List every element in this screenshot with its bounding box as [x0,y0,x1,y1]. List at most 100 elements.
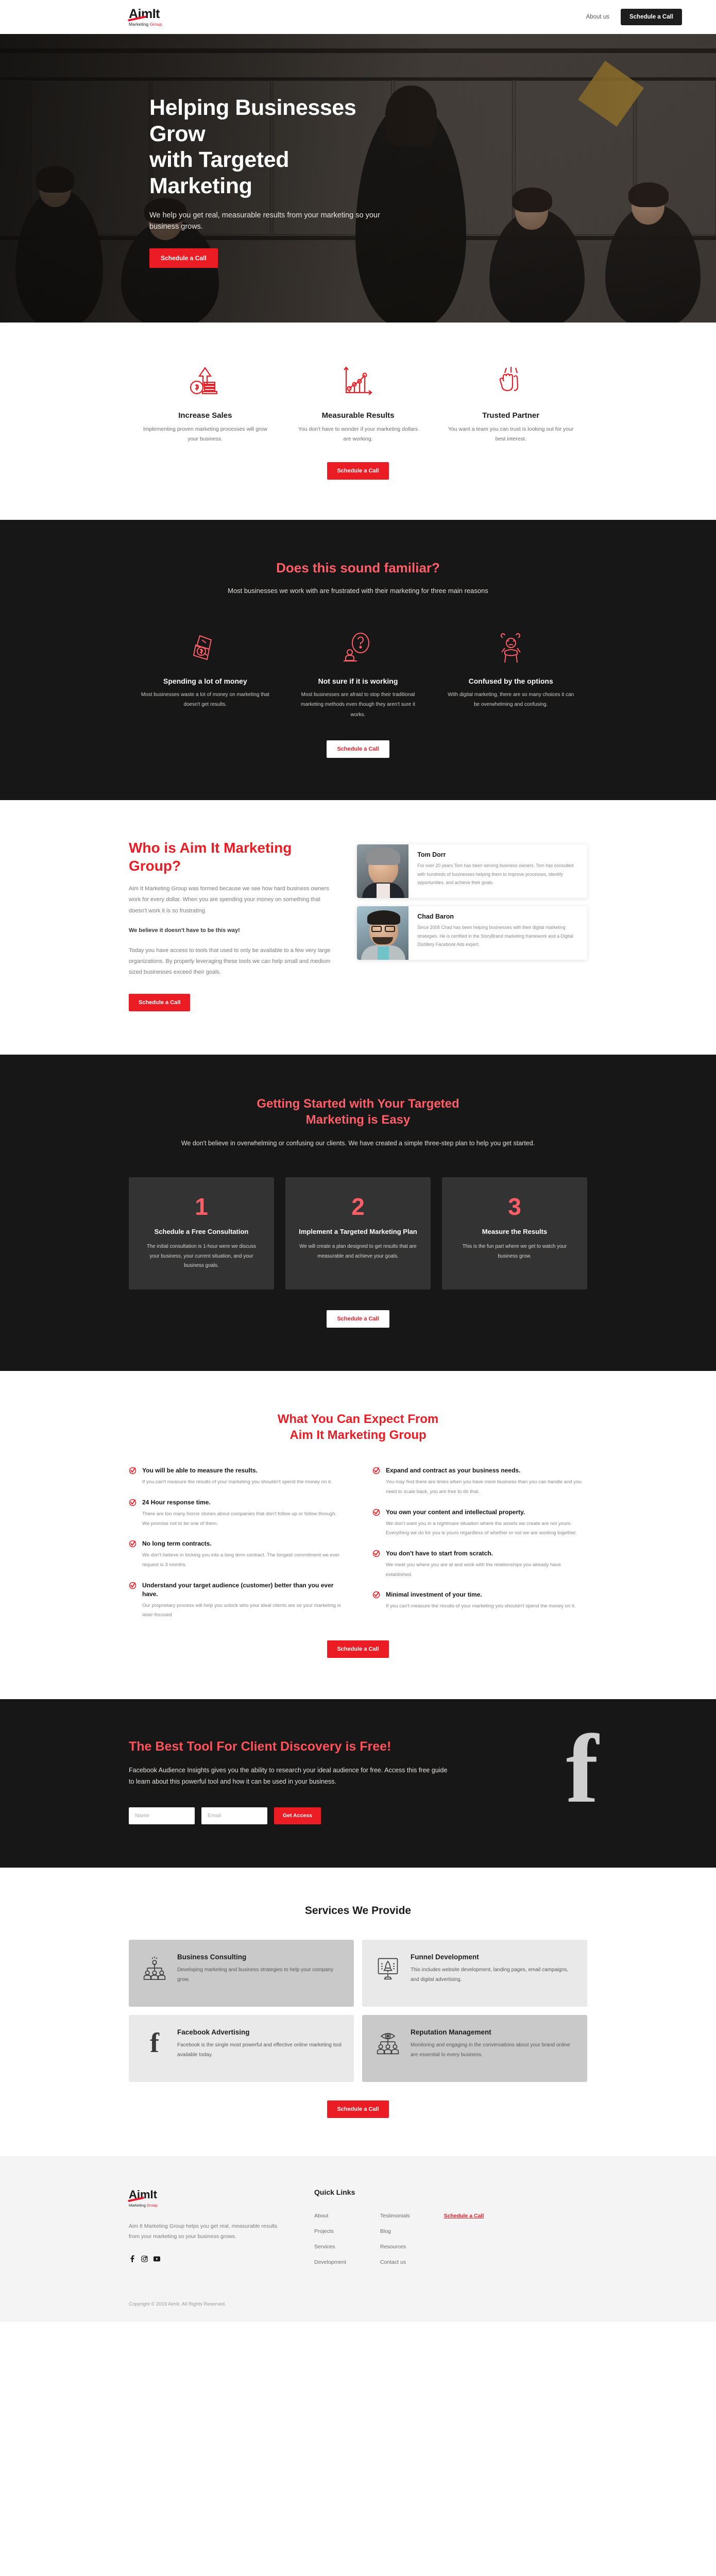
hero-title-line-2: with Targeted Marketing [149,147,289,199]
expectations-section: What You Can Expect From Aim It Marketin… [0,1370,716,1700]
footer-logo-wordmark[interactable]: AimIt [127,2188,157,2202]
expect-item-title: You don't have to start from scratch. [386,1549,493,1557]
pain-card: Confused by the options With digital mar… [434,625,587,720]
service-card[interactable]: f Facebook Advertising Facebook is the s… [129,2014,354,2082]
step-card: 3 Measure the Results This is the fun pa… [442,1177,587,1290]
pain-points-section: Does this sound familiar? Most businesse… [0,519,716,801]
footer-link-schedule-a-call[interactable]: Schedule a Call [444,2213,484,2219]
pain-body: Most businesses waste a lot of money on … [141,691,269,708]
instagram-icon[interactable] [141,2255,148,2262]
service-desc: Monitoring and engaging in the conversat… [411,2042,570,2058]
who-schedule-call-button[interactable]: Schedule a Call [129,993,191,1011]
steps-cta-wrap: Schedule a Call [129,1290,587,1328]
hero-content: Helping Businesses Grow with Targeted Ma… [0,34,391,268]
expect-item-desc: We meet you where you are at and work wi… [386,1562,561,1578]
header-actions: About us Schedule a Call [586,9,682,25]
pain-body: With digital marketing, there are so man… [448,691,574,708]
features-section: Increase Sales Implementing proven marke… [0,323,716,520]
crumpled-money-icon [140,625,270,671]
expect-item-desc: Our proprietary process will help you un… [142,1602,341,1618]
step-title: Implement a Targeted Marketing Plan [299,1228,417,1236]
footer-link-resources[interactable]: Resources [380,2244,410,2250]
brand-logo-wordmark: AimIt [127,7,160,22]
org-chart-people-icon [141,1953,168,1993]
brand-logo[interactable]: AimIt Marketing Group [127,7,162,27]
landing-page: AimIt Marketing Group About us Schedule … [0,0,716,2321]
who-bio-column: Tom Dorr For over 20 years Tom has been … [357,839,587,960]
pain-card: Spending a lot of money Most businesses … [129,625,282,720]
footer-top: AimIt Marketing Group Aim It Marketing G… [127,2188,587,2265]
hero-title-line-1: Helping Businesses Grow [149,95,356,146]
feature-body: Implementing proven marketing processes … [143,426,267,443]
footer-link-development[interactable]: Development [314,2259,346,2265]
bio-card: Chad Baron Since 2005 Chad has been help… [357,906,587,960]
expect-item-body: You will be able to measure the results.… [142,1466,332,1487]
who-layout: Who is Aim It Marketing Group? Aim It Ma… [129,800,587,1011]
step-body: This is the fun part where we get to wat… [462,1243,567,1259]
who-text-column: Who is Aim It Marketing Group? Aim It Ma… [129,839,332,1011]
expect-item: Minimal investment of your time. If you … [372,1590,587,1612]
features-schedule-call-button[interactable]: Schedule a Call [327,462,389,480]
footer-link-testimonials[interactable]: Testimonials [380,2213,410,2219]
expect-item-desc: We don't want you in a nightmare situati… [386,1520,577,1536]
lead-capture-form: Get Access [129,1807,448,1824]
name-input[interactable] [129,1807,195,1824]
expect-item-title: You will be able to measure the results. [142,1467,258,1475]
hero-schedule-call-button[interactable]: Schedule a Call [149,248,218,268]
facebook-cta-heading: The Best Tool For Client Discovery is Fr… [129,1739,391,1754]
pain-heading: Does this sound familiar? [276,560,440,575]
get-access-button[interactable]: Get Access [274,1807,321,1824]
footer-brand: AimIt Marketing Group Aim It Marketing G… [127,2188,283,2265]
footer-link-contact-us[interactable]: Contact us [380,2259,410,2265]
expect-item-body: You don't have to start from scratch. We… [386,1549,587,1580]
who-heading: Who is Aim It Marketing Group? [129,840,292,874]
bio-name: Chad Baron [417,913,454,921]
youtube-icon[interactable] [154,2256,160,2262]
feature-body: You don't have to wonder if your marketi… [298,426,418,443]
bio-text: Tom Dorr For over 20 years Tom has been … [408,844,587,898]
feature-card: Trusted Partner You want a team you can … [434,360,587,445]
service-card[interactable]: Business Consulting Developing marketing… [129,1939,354,2007]
header-schedule-call-button[interactable]: Schedule a Call [620,9,682,25]
footer-link-about[interactable]: About [314,2213,346,2219]
service-desc: Developing marketing and business strate… [177,1967,333,1983]
expect-item: Expand and contract as your business nee… [372,1466,587,1497]
feature-title: Increase Sales [178,411,232,420]
feature-body: You want a team you can trust is looking… [448,426,574,443]
expect-item-title: No long term contracts. [142,1540,212,1548]
who-paragraph-1: Aim It Marketing Group was formed becaus… [129,885,329,914]
service-card[interactable]: Funnel Development This includes website… [362,1939,587,2007]
pain-title: Spending a lot of money [163,676,247,685]
services-schedule-call-button[interactable]: Schedule a Call [327,2100,389,2118]
facebook-f-icon: f [566,1715,599,1824]
check-circle-icon [129,1581,137,1620]
footer-link-blog[interactable]: Blog [380,2228,410,2234]
pain-schedule-call-button[interactable]: Schedule a Call [327,740,389,758]
pain-body: Most businesses are afraid to stop their… [300,691,416,718]
bio-card: Tom Dorr For over 20 years Tom has been … [357,844,587,899]
nav-link-about-us[interactable]: About us [586,14,609,20]
service-title: Funnel Development [411,1953,479,1961]
footer-link-projects[interactable]: Projects [314,2228,346,2234]
step-card: 2 Implement a Targeted Marketing Plan We… [285,1177,431,1290]
features-list: Increase Sales Implementing proven marke… [129,323,587,445]
expect-item-body: 24 Hour response time. There are too man… [142,1498,344,1529]
check-circle-icon [129,1466,137,1487]
bio-body: For over 20 years Tom has been serving b… [417,863,574,885]
expect-item: You will be able to measure the results.… [129,1466,344,1487]
service-card[interactable]: Reputation Management Monitoring and eng… [362,2014,587,2082]
expect-schedule-call-button[interactable]: Schedule a Call [327,1640,389,1658]
check-circle-icon [372,1508,380,1538]
features-cta-wrap: Schedule a Call [129,445,587,480]
check-circle-icon [372,1590,380,1612]
facebook-icon[interactable] [129,2255,135,2263]
steps-schedule-call-button[interactable]: Schedule a Call [327,1310,389,1328]
expect-item-desc: There are too many horror stories about … [142,1511,337,1527]
email-input[interactable] [201,1807,267,1824]
service-body: Facebook Advertising Facebook is the sin… [177,2028,342,2069]
expect-item-body: No long term contracts. We don't believe… [142,1539,344,1570]
step-number: 1 [195,1193,208,1221]
footer-link-services[interactable]: Services [314,2244,346,2250]
step-title: Measure the Results [482,1228,548,1236]
service-title: Business Consulting [177,1953,247,1961]
